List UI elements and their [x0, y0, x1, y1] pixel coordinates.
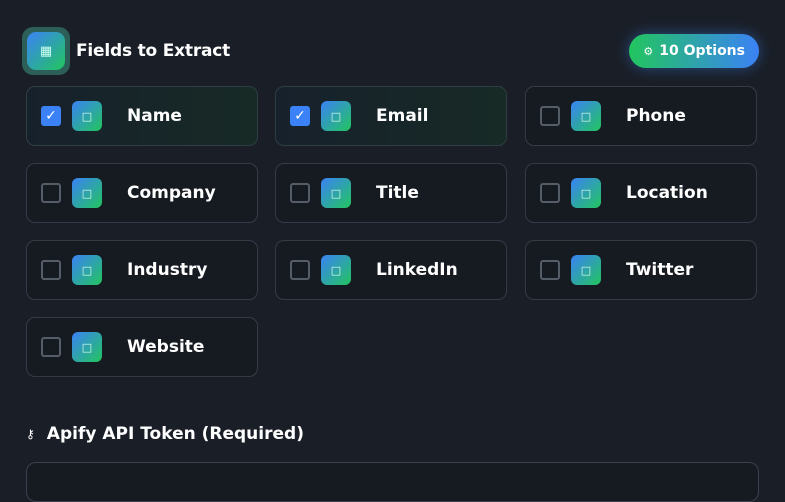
section-title: Fields to Extract — [76, 41, 231, 61]
check-icon: ✓ — [294, 108, 306, 124]
field-label: Website — [127, 337, 205, 357]
field-label: Company — [127, 183, 216, 203]
check-icon: ✓ — [45, 108, 57, 124]
map-pin-icon: □ — [571, 178, 601, 208]
field-checkbox[interactable] — [540, 183, 560, 203]
options-count-badge: ⚙ 10 Options — [629, 34, 759, 68]
field-label: Title — [376, 183, 419, 203]
briefcase-icon: □ — [321, 178, 351, 208]
field-label: Twitter — [626, 260, 694, 280]
field-option-title[interactable]: □ Title — [275, 163, 507, 223]
field-option-industry[interactable]: □ Industry — [26, 240, 258, 300]
field-checkbox[interactable]: ✓ — [290, 106, 310, 126]
field-checkbox[interactable]: ✓ — [41, 106, 61, 126]
field-checkbox[interactable] — [41, 260, 61, 280]
field-label: Phone — [626, 106, 686, 126]
field-checkbox[interactable] — [41, 337, 61, 357]
field-checkbox[interactable] — [540, 106, 560, 126]
field-option-twitter[interactable]: □ Twitter — [525, 240, 757, 300]
building-icon: □ — [72, 178, 102, 208]
field-checkbox[interactable] — [290, 183, 310, 203]
field-checkbox[interactable] — [540, 260, 560, 280]
field-label: Name — [127, 106, 182, 126]
field-option-linkedin[interactable]: □ LinkedIn — [275, 240, 507, 300]
field-label: Email — [376, 106, 429, 126]
mail-icon: □ — [321, 101, 351, 131]
field-option-phone[interactable]: □ Phone — [525, 86, 757, 146]
field-option-company[interactable]: □ Company — [26, 163, 258, 223]
fields-header: ▦ Fields to Extract ⚙ 10 Options — [22, 27, 759, 77]
phone-icon: □ — [571, 101, 601, 131]
user-icon: □ — [72, 101, 102, 131]
linkedin-icon: □ — [321, 255, 351, 285]
api-token-input[interactable] — [26, 462, 759, 502]
field-option-location[interactable]: □ Location — [525, 163, 757, 223]
field-checkbox[interactable] — [290, 260, 310, 280]
field-option-website[interactable]: □ Website — [26, 317, 258, 377]
field-option-email[interactable]: ✓ □ Email — [275, 86, 507, 146]
sliders-icon: ⚙ — [643, 44, 654, 58]
api-token-label-text: Apify API Token (Required) — [46, 424, 304, 444]
globe-icon: □ — [72, 332, 102, 362]
factory-icon: □ — [72, 255, 102, 285]
key-icon: ⚷ — [26, 427, 35, 441]
api-token-label: ⚷ Apify API Token (Required) — [26, 424, 304, 444]
table-icon: ▦ — [27, 32, 65, 70]
field-label: Location — [626, 183, 708, 203]
options-count-label: 10 Options — [659, 43, 745, 59]
fields-header-icon: ▦ — [22, 27, 70, 75]
field-label: Industry — [127, 260, 208, 280]
twitter-icon: □ — [571, 255, 601, 285]
field-label: LinkedIn — [376, 260, 458, 280]
field-checkbox[interactable] — [41, 183, 61, 203]
field-option-name[interactable]: ✓ □ Name — [26, 86, 258, 146]
